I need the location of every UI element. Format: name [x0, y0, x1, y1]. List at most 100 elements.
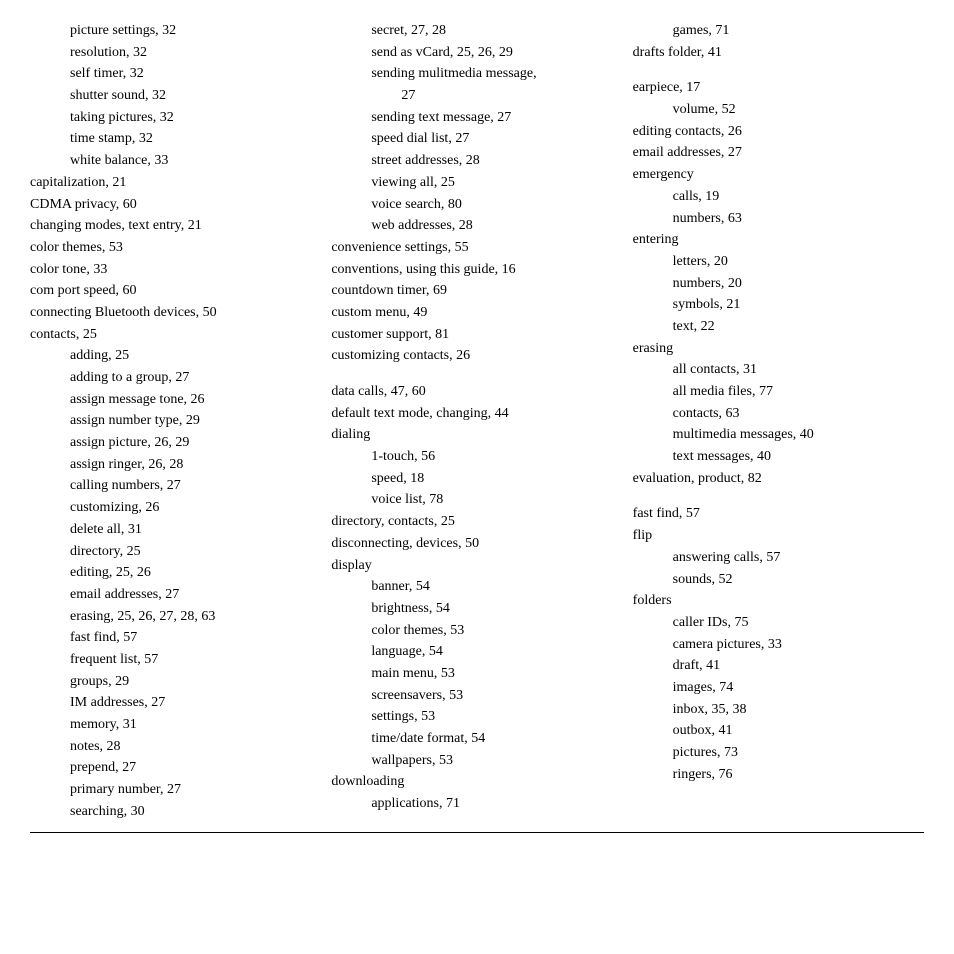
index-sub-entry: resolution, 32 [70, 42, 311, 64]
index-sub-entry: camera pictures, 33 [673, 634, 914, 656]
index-main-entry: directory, contacts, 25 [331, 511, 612, 533]
index-sub-entry: editing, 25, 26 [70, 562, 311, 584]
index-sub-entry: language, 54 [371, 641, 612, 663]
index-sub-entry: all media files, 77 [673, 381, 914, 403]
index-main-entry: downloading [331, 771, 612, 793]
index-sub-entry: shutter sound, 32 [70, 85, 311, 107]
index-main-entry: emergency [633, 164, 914, 186]
spacer [633, 63, 914, 77]
index-sub-entry: settings, 53 [371, 706, 612, 728]
index-sub-entry: banner, 54 [371, 576, 612, 598]
index-main-entry: conventions, using this guide, 16 [331, 259, 612, 281]
index-sub-entry: sending text message, 27 [371, 107, 612, 129]
index-sub-entry: all contacts, 31 [673, 359, 914, 381]
index-sub-entry: taking pictures, 32 [70, 107, 311, 129]
index-sub-entry: numbers, 63 [673, 208, 914, 230]
index-main-entry: CDMA privacy, 60 [30, 194, 311, 216]
index-sub-entry: assign message tone, 26 [70, 389, 311, 411]
index-main-entry: entering [633, 229, 914, 251]
index-main-entry: default text mode, changing, 44 [331, 403, 612, 425]
index-sub-entry: caller IDs, 75 [673, 612, 914, 634]
index-sub-entry: fast find, 57 [70, 627, 311, 649]
index-main-entry: capitalization, 21 [30, 172, 311, 194]
index-sub-entry: street addresses, 28 [371, 150, 612, 172]
index-sub-entry: notes, 28 [70, 736, 311, 758]
index-sub-entry: volume, 52 [673, 99, 914, 121]
index-main-entry: connecting Bluetooth devices, 50 [30, 302, 311, 324]
index-columns: picture settings, 32resolution, 32self t… [30, 20, 924, 822]
index-sub-entry: wallpapers, 53 [371, 750, 612, 772]
index-sub-entry: prepend, 27 [70, 757, 311, 779]
index-main-entry: evaluation, product, 82 [633, 468, 914, 490]
index-sub-entry: assign number type, 29 [70, 410, 311, 432]
index-sub-entry: applications, 71 [371, 793, 612, 815]
index-sub-entry: adding, 25 [70, 345, 311, 367]
index-main-entry: flip [633, 525, 914, 547]
index-main-entry: data calls, 47, 60 [331, 381, 612, 403]
index-sub-entry: outbox, 41 [673, 720, 914, 742]
index-sub-entry: symbols, 21 [673, 294, 914, 316]
index-main-entry: erasing [633, 338, 914, 360]
index-sub-entry: viewing all, 25 [371, 172, 612, 194]
index-main-entry: fast find, 57 [633, 503, 914, 525]
index-sub-entry: text, 22 [673, 316, 914, 338]
index-sub-entry: groups, 29 [70, 671, 311, 693]
index-sub-entry: multimedia messages, 40 [673, 424, 914, 446]
index-sub-entry: ringers, 76 [673, 764, 914, 786]
index-col-col3: games, 71drafts folder, 41earpiece, 17vo… [623, 20, 924, 822]
index-main-entry: com port speed, 60 [30, 280, 311, 302]
index-main-entry: folders [633, 590, 914, 612]
index-main-entry: customizing contacts, 26 [331, 345, 612, 367]
index-sub-entry: frequent list, 57 [70, 649, 311, 671]
index-main-entry: color themes, 53 [30, 237, 311, 259]
index-main-entry: contacts, 25 [30, 324, 311, 346]
index-sub-entry: delete all, 31 [70, 519, 311, 541]
index-main-entry: convenience settings, 55 [331, 237, 612, 259]
index-sub-entry: erasing, 25, 26, 27, 28, 63 [70, 606, 311, 628]
index-col-col1: picture settings, 32resolution, 32self t… [30, 20, 321, 822]
index-sub-entry: primary number, 27 [70, 779, 311, 801]
index-sub-entry: main menu, 53 [371, 663, 612, 685]
page-content: picture settings, 32resolution, 32self t… [30, 20, 924, 833]
index-sub-entry: white balance, 33 [70, 150, 311, 172]
index-sub-entry: sending mulitmedia message, [371, 63, 612, 85]
index-main-entry: color tone, 33 [30, 259, 311, 281]
index-main-entry: dialing [331, 424, 612, 446]
index-sub-entry: contacts, 63 [673, 403, 914, 425]
index-sub-entry: email addresses, 27 [70, 584, 311, 606]
index-sub-entry: time/date format, 54 [371, 728, 612, 750]
index-sub-entry: screensavers, 53 [371, 685, 612, 707]
spacer [331, 367, 612, 381]
index-sub-entry: adding to a group, 27 [70, 367, 311, 389]
page-divider [30, 832, 924, 833]
index-sub-entry: images, 74 [673, 677, 914, 699]
index-sub-entry: directory, 25 [70, 541, 311, 563]
index-sub-entry: brightness, 54 [371, 598, 612, 620]
index-main-entry: display [331, 555, 612, 577]
index-main-entry: email addresses, 27 [633, 142, 914, 164]
index-sub-entry: draft, 41 [673, 655, 914, 677]
index-main-entry: disconnecting, devices, 50 [331, 533, 612, 555]
index-main-entry: custom menu, 49 [331, 302, 612, 324]
index-main-entry: customer support, 81 [331, 324, 612, 346]
index-sub-entry: web addresses, 28 [371, 215, 612, 237]
index-sub-entry: send as vCard, 25, 26, 29 [371, 42, 612, 64]
index-sub-entry: text messages, 40 [673, 446, 914, 468]
index-sub-entry: self timer, 32 [70, 63, 311, 85]
index-sub-entry: searching, 30 [70, 801, 311, 823]
index-sub-entry: voice search, 80 [371, 194, 612, 216]
index-sub-entry: time stamp, 32 [70, 128, 311, 150]
index-col-col2: secret, 27, 28send as vCard, 25, 26, 29s… [321, 20, 622, 822]
index-main-entry: editing contacts, 26 [633, 121, 914, 143]
index-sub-entry: speed, 18 [371, 468, 612, 490]
index-sub-entry: color themes, 53 [371, 620, 612, 642]
index-sub-entry: voice list, 78 [371, 489, 612, 511]
index-sub-entry: sounds, 52 [673, 569, 914, 591]
index-sub-entry: memory, 31 [70, 714, 311, 736]
index-sub-entry: calls, 19 [673, 186, 914, 208]
index-sub-entry: secret, 27, 28 [371, 20, 612, 42]
index-main-entry: changing modes, text entry, 21 [30, 215, 311, 237]
index-sub-entry: speed dial list, 27 [371, 128, 612, 150]
index-sub-sub-entry: 27 [401, 85, 612, 107]
index-sub-entry: answering calls, 57 [673, 547, 914, 569]
